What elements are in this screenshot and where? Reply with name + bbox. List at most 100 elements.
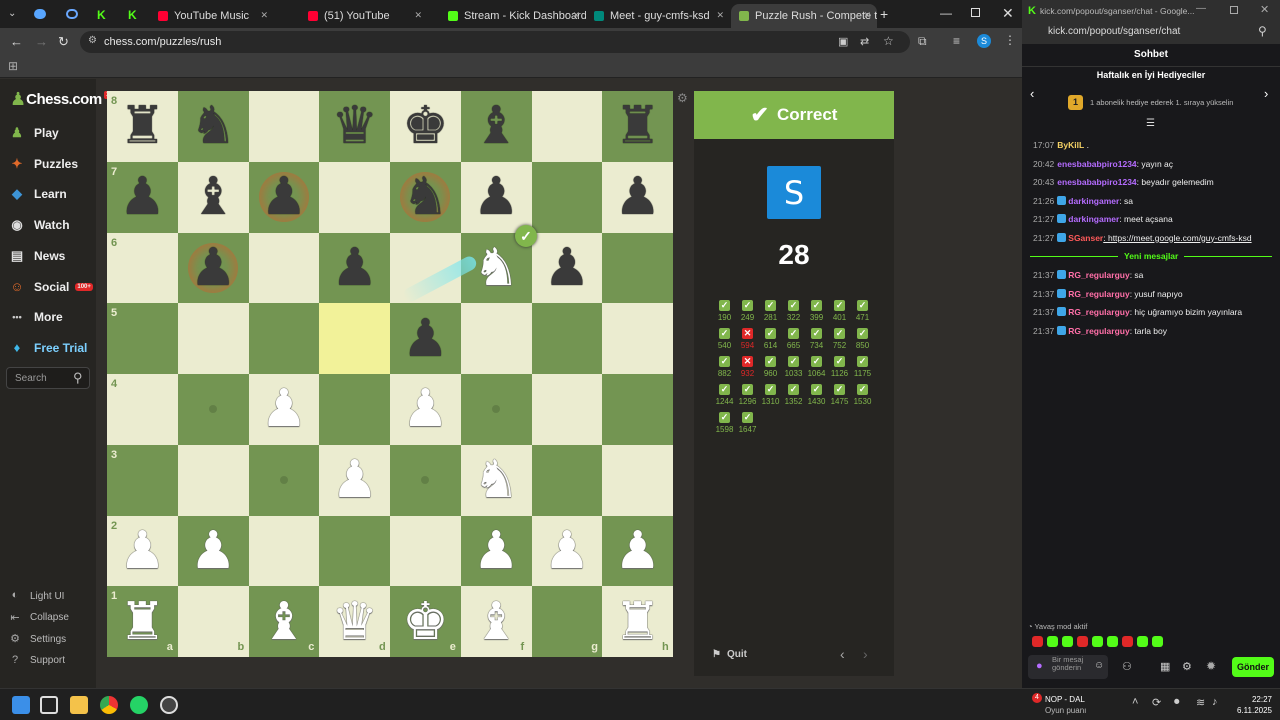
sidebar-item-watch[interactable]: ◉ Watch [8,216,69,234]
people-icon[interactable]: ⚇ [1122,660,1132,673]
square-d7[interactable] [319,161,390,233]
white-pawn-h2[interactable]: ♟ [602,516,673,587]
black-knight-b8[interactable]: ♞ [178,91,249,162]
sidebar-item-learn[interactable]: ◆ Learn [8,185,67,203]
gift-icon[interactable]: ✹ [1206,659,1216,673]
chat-username[interactable]: enesbababpiro1234 [1057,177,1136,187]
prev-arrow-icon[interactable]: ‹ [840,646,845,662]
search-icon[interactable]: ⚲ [73,370,83,386]
emote-icon[interactable] [1122,636,1133,647]
square-b3[interactable] [177,444,249,516]
chat-username[interactable]: RG_regularguy [1068,307,1129,317]
browser-tab[interactable]: YouTube Music ✕ [150,4,274,28]
board-settings-icon[interactable]: ⚙ [677,91,688,105]
pinned-tab-kick-1[interactable]: K [97,8,106,22]
send-button[interactable]: Gönder [1232,657,1274,677]
emote-icon[interactable] [1092,636,1103,647]
emoji-icon[interactable]: ☺ [1094,660,1104,671]
legal-move-dot[interactable] [279,476,288,485]
square-c8[interactable] [248,91,320,162]
tab-close-icon[interactable]: ✕ [716,10,724,21]
black-king-e8[interactable]: ♚ [390,91,461,162]
whatsapp-icon[interactable] [130,696,148,714]
volume-icon[interactable]: ♪ [1212,696,1218,708]
black-pawn-b6[interactable]: ♟ [178,233,249,304]
tab-close-icon[interactable]: ✕ [572,10,580,21]
white-pawn-g2[interactable]: ♟ [532,516,603,587]
sidebar-item-news[interactable]: ▤ News [8,247,66,265]
browser-tab[interactable]: Puzzle Rush - Compete to S✕ [731,4,877,28]
black-rook-a8[interactable]: ♜ [107,91,178,162]
chat-username[interactable]: RG_regularguy [1068,270,1129,280]
black-pawn-e5[interactable]: ♟ [390,303,461,374]
black-pawn-a7[interactable]: ♟ [107,162,178,233]
explorer-icon[interactable] [70,696,88,714]
square-h6[interactable] [602,232,673,304]
extensions-icon[interactable]: ⧉ [918,34,927,49]
black-pawn-h7[interactable]: ♟ [602,162,673,233]
black-pawn-g6[interactable]: ♟ [532,233,603,304]
new-tab-button[interactable]: + [880,6,888,22]
white-rook-h1[interactable]: ♜ [602,586,673,657]
square-d2[interactable] [319,515,390,587]
chat-username[interactable]: darkingamer [1068,196,1119,206]
square-h5[interactable] [602,303,673,374]
white-pawn-c4[interactable]: ♟ [249,374,320,445]
taskview-icon[interactable] [40,696,58,714]
square-g8[interactable] [531,91,603,162]
emote-icon[interactable] [1137,636,1148,647]
quit-button[interactable]: ⚑ Quit [712,649,747,660]
square-a4[interactable] [107,374,178,445]
black-bishop-f8[interactable]: ♝ [461,91,532,162]
minimize-button[interactable]: — [940,6,952,20]
sidebar-bottom-light-ui[interactable]: ◐ Light UI [8,589,65,603]
site-info-icon[interactable]: ⚙ [88,35,97,46]
square-g5[interactable] [531,303,603,374]
tray-mic-icon[interactable]: ⏺ [1174,696,1180,709]
chat-close-button[interactable]: ✕ [1260,3,1269,16]
tray-chevron-icon[interactable]: ˄ [1132,696,1138,708]
maximize-button[interactable] [971,8,980,17]
chrome-icon[interactable] [100,696,118,714]
pinned-tab-kick-2[interactable]: K [128,8,137,22]
emote-icon[interactable] [1152,636,1163,647]
white-knight-f3[interactable]: ♞ [461,445,532,516]
emote-icon[interactable] [1107,636,1118,647]
sidebar-bottom-support[interactable]: ? Support [8,654,65,668]
close-window-button[interactable]: ✕ [1002,5,1014,22]
square-g7[interactable] [531,161,603,233]
game-widget[interactable]: NOP - DAL Oyun puanı [1045,694,1086,716]
pinned-tab-1[interactable] [34,9,46,19]
obs-icon[interactable] [160,696,178,714]
square-h3[interactable] [602,444,673,516]
gifters-next-icon[interactable]: › [1264,86,1268,101]
url-input[interactable]: ⚙ chess.com/puzzles/rush ▣ ⇄ ☆ [80,31,910,53]
white-pawn-e4[interactable]: ♟ [390,374,461,445]
square-e2[interactable] [390,515,461,587]
menu-icon[interactable]: ⋮ [1004,33,1016,47]
sidebar-bottom-settings[interactable]: ⚙ Settings [8,632,66,646]
profile-avatar[interactable]: S [977,34,991,48]
next-arrow-icon[interactable]: › [863,646,868,662]
square-a3[interactable] [107,444,178,516]
browser-tab[interactable]: (51) YouTube ✕ [300,4,428,28]
chat-username[interactable]: SGanser [1068,233,1103,243]
square-c5[interactable] [248,303,320,374]
mic-icon[interactable]: ● [1036,660,1043,672]
chess-logo[interactable]: ♟ Chess.com 11 [10,89,114,110]
white-pawn-a2[interactable]: ♟ [107,516,178,587]
black-pawn-f7[interactable]: ♟ [461,162,532,233]
square-a5[interactable] [107,303,178,374]
emote-icon[interactable] [1047,636,1058,647]
chat-username[interactable]: ByKilL [1057,140,1084,150]
white-bishop-f1[interactable]: ♝ [461,586,532,657]
sidebar-item-social[interactable]: ☺ Social 100+ [8,278,93,296]
black-rook-h8[interactable]: ♜ [602,91,673,162]
start-icon[interactable] [12,696,30,714]
browser-tab[interactable]: Stream - Kick Dashboard ✕ [440,4,586,28]
chat-username[interactable]: enesbababpiro1234 [1057,159,1136,169]
square-a6[interactable] [107,232,178,304]
chat-username[interactable]: darkingamer [1068,214,1119,224]
tab-search-icon[interactable]: ⌄ [8,8,16,19]
white-pawn-b2[interactable]: ♟ [178,516,249,587]
